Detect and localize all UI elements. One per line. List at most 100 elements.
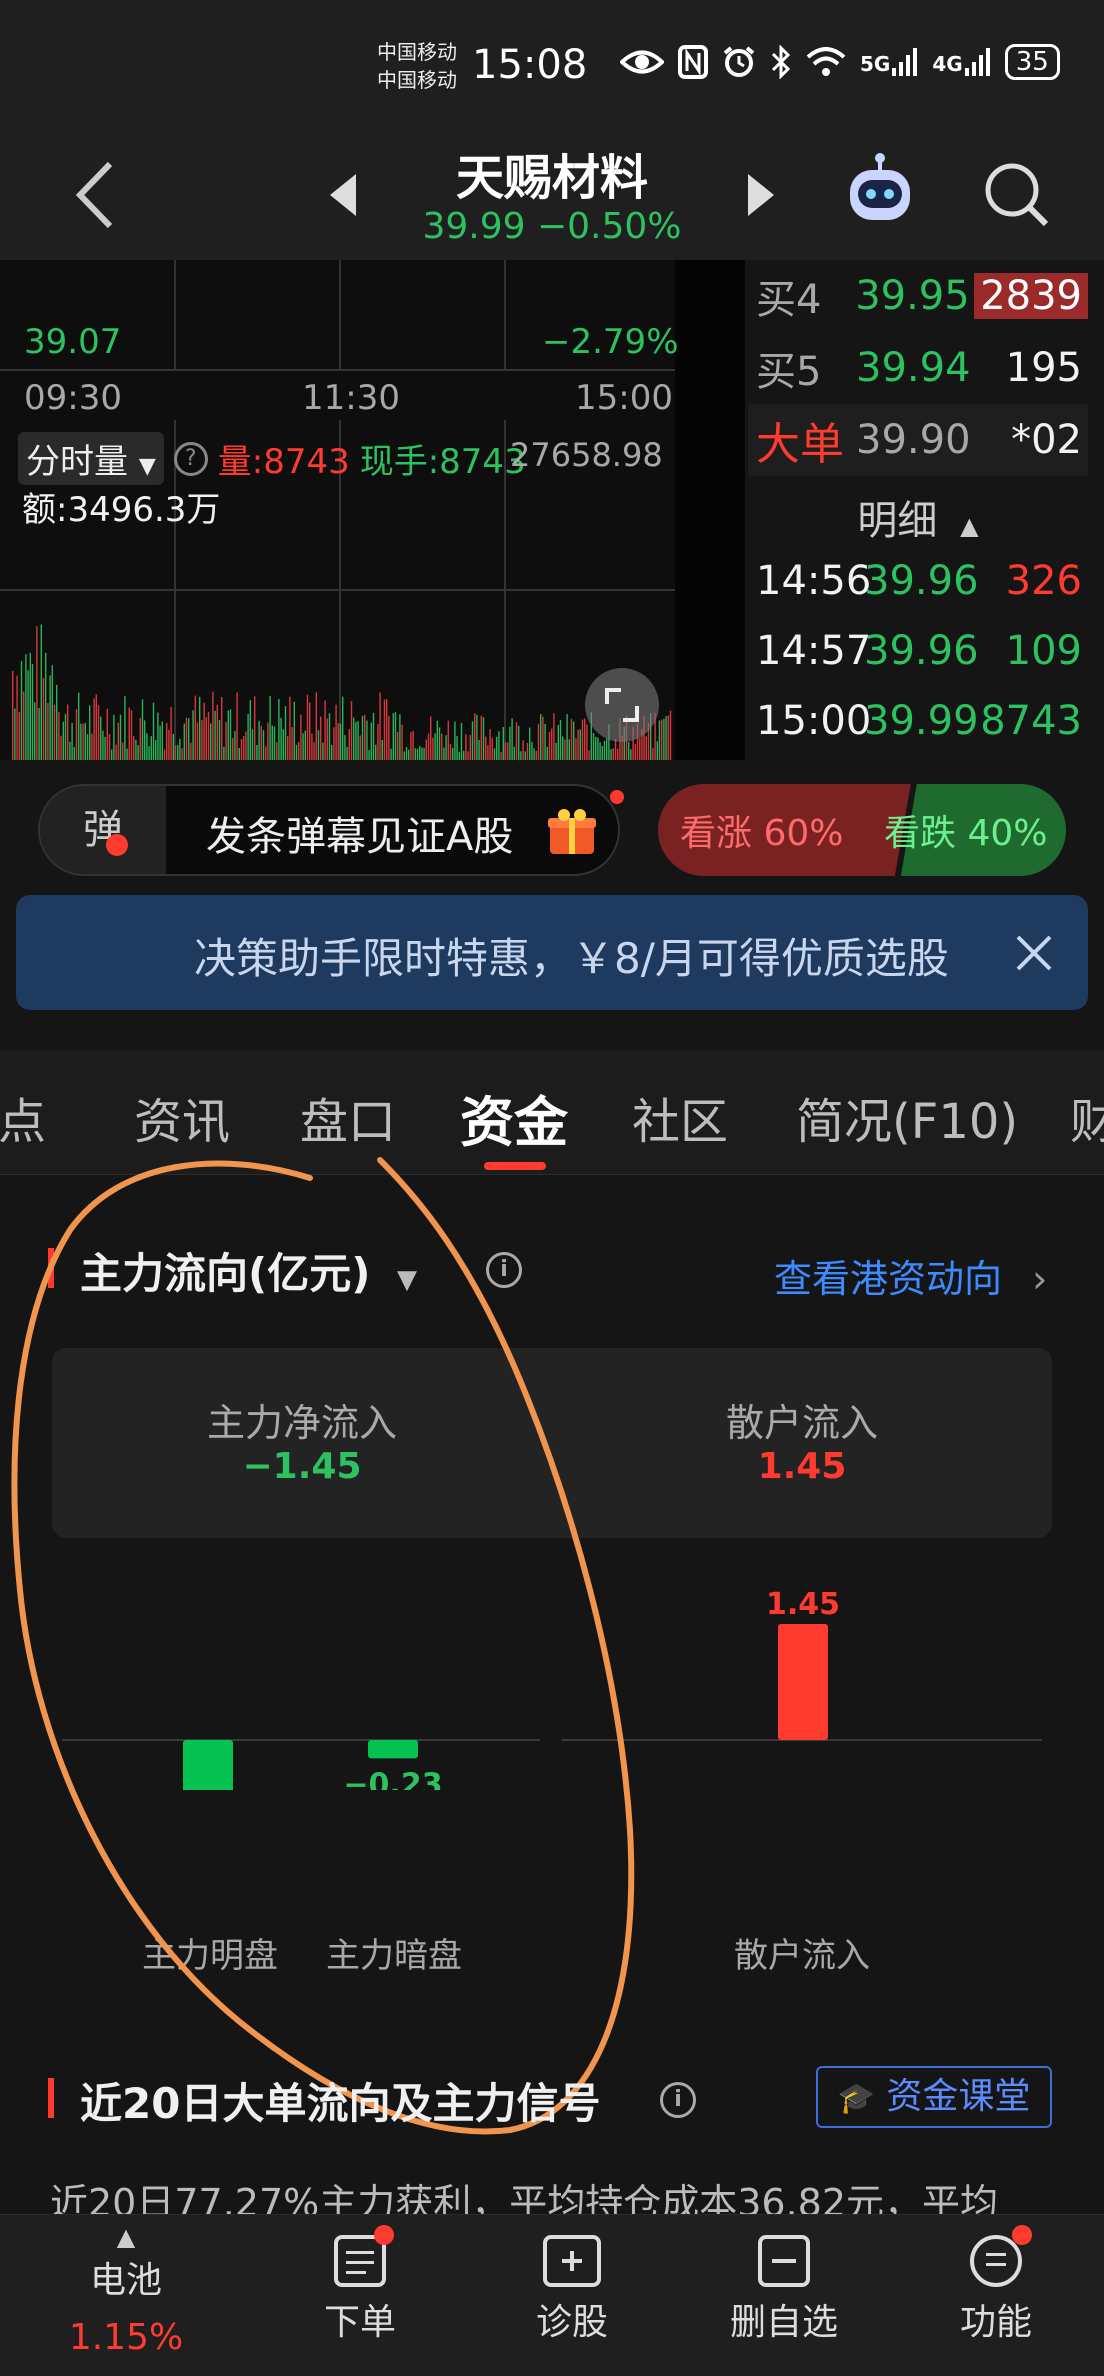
- eye-icon: [620, 50, 664, 74]
- volume-bar: [282, 729, 284, 760]
- volume-bar: [89, 705, 91, 760]
- volume-bar: [194, 695, 196, 760]
- volume-bar: [128, 707, 130, 760]
- nav-functions[interactable]: 功能: [916, 2225, 1076, 2345]
- volume-bar: [401, 724, 403, 760]
- volume-bar: [218, 719, 221, 760]
- volume-bar: [553, 713, 555, 760]
- big-order-row[interactable]: 大单 39.90 *02: [748, 404, 1088, 476]
- volume-bar: [29, 652, 31, 760]
- danmaku-input[interactable]: 弹 发条弹幕见证A股: [38, 784, 624, 876]
- volume-bar: [628, 742, 630, 760]
- volume-bar: [276, 742, 278, 760]
- volume-bar: [438, 727, 441, 760]
- volume-bar: [364, 714, 366, 760]
- close-icon[interactable]: [1014, 933, 1054, 973]
- sentiment-vote: 看涨 60% 看跌 40%: [658, 784, 1066, 876]
- volume-bar: [456, 736, 458, 760]
- volume-bar: [533, 748, 535, 760]
- volume-bar: [518, 725, 520, 760]
- volume-bar: [251, 729, 254, 760]
- volume-bar: [91, 733, 93, 760]
- volume-bar: [588, 750, 590, 760]
- fullscreen-icon[interactable]: [585, 668, 659, 742]
- volume-bar: [113, 714, 115, 760]
- assistant-robot-icon[interactable]: [840, 152, 920, 232]
- volume-bar: [40, 624, 42, 760]
- volume-bar: [326, 718, 328, 760]
- volume-bar: [317, 729, 320, 760]
- volume-bar: [135, 739, 137, 760]
- volume-bar: [348, 729, 350, 760]
- search-icon[interactable]: [982, 160, 1052, 230]
- tab-finance[interactable]: 财: [1070, 1082, 1104, 1152]
- promo-banner[interactable]: 决策助手限时特惠，￥8/月可得优质选股: [16, 895, 1088, 1010]
- danmaku-prompt: 发条弹幕见证A股: [206, 814, 514, 860]
- stock-header: 天赐材料 39.99 −0.50%: [0, 130, 1104, 260]
- intraday-chart[interactable]: 39.07 −2.79% 09:30 11:30 15:00 分时量 ▼ ? 量…: [0, 260, 745, 760]
- volume-bar: [62, 721, 64, 760]
- big-order-label: 大单: [756, 419, 844, 470]
- volume-bar: [181, 748, 183, 760]
- minus-square-icon: [758, 2235, 810, 2287]
- volume-bar: [542, 716, 544, 760]
- volume-bar: [82, 723, 84, 760]
- volume-bar: [480, 715, 482, 760]
- volume-bar: [289, 696, 291, 760]
- status-icons: 5G 4G 35: [620, 44, 1060, 80]
- nav-place-order[interactable]: 下单: [280, 2225, 440, 2345]
- info-icon[interactable]: i: [660, 2082, 696, 2118]
- bear-button[interactable]: 看跌 40%: [884, 804, 1047, 856]
- detail-header[interactable]: 明细 ▲: [748, 488, 1088, 546]
- volume-bar: [515, 722, 518, 760]
- volume-bar: [168, 729, 170, 760]
- volume-bar: [634, 744, 636, 760]
- volume-mode-selector[interactable]: 分时量 ▼: [18, 432, 164, 485]
- info-icon[interactable]: ?: [173, 441, 208, 476]
- volume-bar: [258, 720, 260, 760]
- detail-row: 14:56 39.96 326: [748, 546, 1088, 616]
- volume-bar: [566, 714, 568, 760]
- hk-flow-link-text: 查看港资动向: [774, 1257, 1003, 1301]
- volume-bar: [163, 749, 166, 760]
- volume-bar: [564, 739, 566, 760]
- volume-bar: [454, 721, 456, 760]
- volume-bar: [403, 751, 405, 760]
- tab-profile[interactable]: 简况(F10): [796, 1082, 1018, 1152]
- volume-bar: [498, 731, 500, 760]
- order-row: 买4 39.95 2839: [748, 260, 1088, 332]
- volume-bar: [302, 733, 304, 760]
- nav-remove-watchlist[interactable]: 删自选: [704, 2235, 864, 2345]
- volume-bar: [205, 717, 207, 760]
- notification-dot: [1012, 2225, 1032, 2245]
- volume-bar: [423, 747, 425, 760]
- volume-bar: [436, 720, 438, 760]
- volume-bar: [95, 694, 97, 760]
- volume-bar: [214, 710, 216, 760]
- volume-bar: [419, 746, 421, 760]
- nav-place-order-label: 下单: [323, 2302, 396, 2343]
- volume-bar: [196, 722, 199, 760]
- hk-flow-link[interactable]: 查看港资动向 ›: [774, 1248, 1047, 1303]
- nav-battery-sector[interactable]: ▲ 电池 1.15%: [46, 2223, 206, 2358]
- volume-bar: [234, 731, 236, 760]
- category-label-retail: 散户流入: [734, 1936, 870, 1976]
- capital-class-button[interactable]: 🎓 资金课堂: [816, 2066, 1052, 2128]
- nav-diagnose[interactable]: 诊股: [492, 2235, 652, 2345]
- volume-bar: [20, 661, 23, 760]
- volume-bar: [269, 695, 271, 760]
- volume-bar: [71, 722, 73, 760]
- next-stock-icon[interactable]: [746, 172, 776, 218]
- volume-bar: [64, 713, 67, 760]
- danmaku-badge[interactable]: 弹: [40, 786, 166, 874]
- volume-legend: 分时量 ▼ ? 量:8743 现手:8743: [18, 432, 526, 485]
- bull-button[interactable]: 看涨 60%: [680, 804, 843, 856]
- volume-bar: [25, 654, 27, 760]
- volume-bar: [152, 702, 155, 760]
- volume-bar: [300, 714, 302, 760]
- stock-quote: 39.99 −0.50%: [0, 206, 1104, 247]
- volume-bar: [557, 725, 559, 760]
- volume-bar: [106, 708, 108, 760]
- volume-bar: [148, 746, 150, 760]
- volume-bar: [102, 730, 104, 760]
